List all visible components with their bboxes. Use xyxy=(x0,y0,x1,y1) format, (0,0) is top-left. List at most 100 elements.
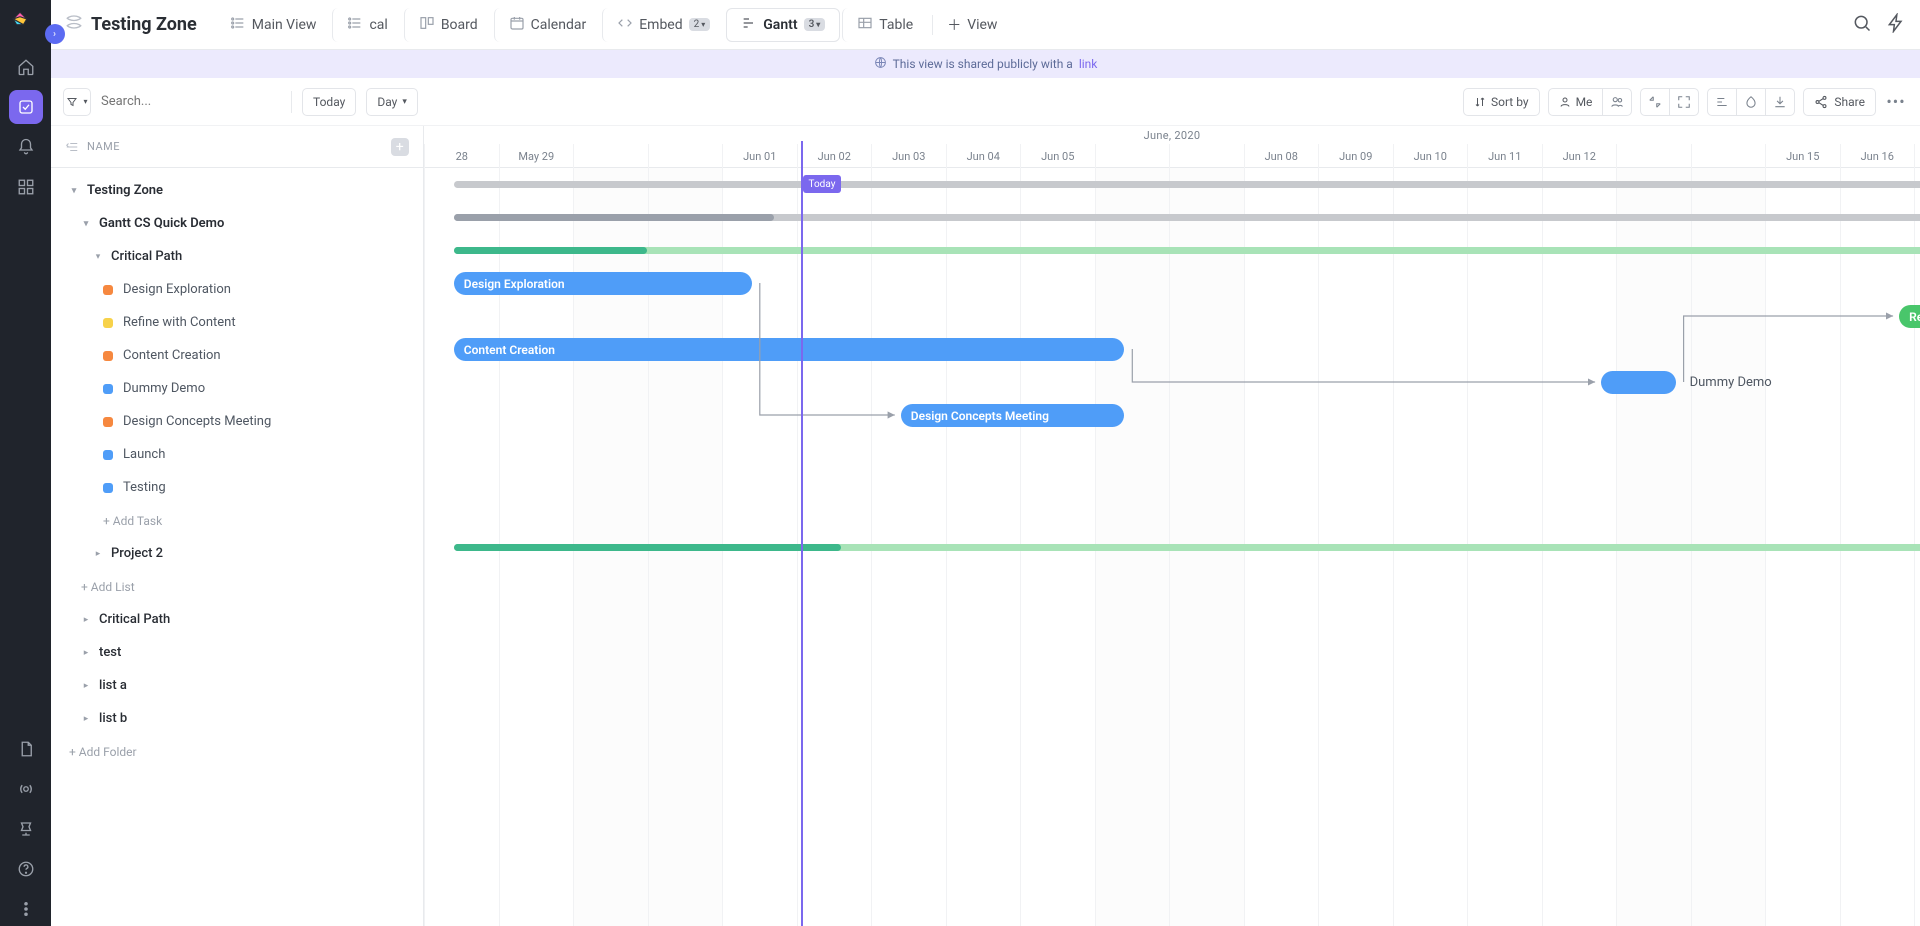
chart-row xyxy=(424,663,1920,696)
list-row[interactable]: ▸Project 2 xyxy=(51,537,423,570)
date-cell[interactable] xyxy=(648,144,723,168)
nav-notifications[interactable] xyxy=(9,130,43,164)
toggle-icon[interactable]: ▸ xyxy=(79,615,93,625)
addlist-row[interactable]: + Add List xyxy=(51,570,423,603)
search-input[interactable] xyxy=(101,88,281,116)
sort-by-button[interactable]: Sort by xyxy=(1463,88,1540,116)
toggle-icon[interactable]: ▾ xyxy=(67,186,81,196)
nav-docs[interactable] xyxy=(9,732,43,766)
task-bar[interactable]: Content Creation xyxy=(454,338,1125,361)
date-cell[interactable]: 28 xyxy=(424,144,499,168)
chart-row: Design Concepts Meeting xyxy=(424,399,1920,432)
nav-tasks[interactable] xyxy=(9,90,43,124)
task-bar[interactable]: Design Exploration xyxy=(454,272,752,295)
addfolder-row[interactable]: + Add Folder xyxy=(51,735,423,768)
folder-row[interactable]: ▾Gantt CS Quick Demo xyxy=(51,207,423,240)
expand-sidebar-icon[interactable]: › xyxy=(45,24,65,44)
toggle-icon[interactable]: ▸ xyxy=(79,648,93,658)
nav-more[interactable] xyxy=(9,892,43,926)
date-cell[interactable]: Jun 02 xyxy=(797,144,872,168)
space-title[interactable]: Testing Zone xyxy=(65,13,197,36)
date-cell[interactable]: Jun 08 xyxy=(1244,144,1319,168)
date-cell[interactable]: Jun 09 xyxy=(1318,144,1393,168)
toggle-icon[interactable]: ▸ xyxy=(79,714,93,724)
nav-home[interactable] xyxy=(9,50,43,84)
date-cell[interactable] xyxy=(573,144,648,168)
automation-icon[interactable] xyxy=(1886,13,1906,37)
date-cell[interactable]: Jun 12 xyxy=(1542,144,1617,168)
filter-button[interactable]: ▾ xyxy=(63,88,91,116)
search-icon[interactable] xyxy=(1852,13,1872,37)
group-row[interactable]: ▸test xyxy=(51,636,423,669)
task-row[interactable]: Refine with Content xyxy=(51,306,423,339)
date-cell[interactable] xyxy=(1169,144,1244,168)
toggle-icon[interactable]: ▸ xyxy=(91,549,105,559)
list-row[interactable]: ▾Critical Path xyxy=(51,240,423,273)
tab-board[interactable]: Board xyxy=(404,8,492,42)
toggle-icon[interactable]: ▸ xyxy=(79,681,93,691)
summary-bar-tail[interactable] xyxy=(454,247,1920,254)
gantt-chart[interactable]: June, 2020 28May 29Jun 01Jun 02Jun 03Jun… xyxy=(424,126,1920,926)
today-button[interactable]: Today xyxy=(302,88,356,116)
task-row[interactable]: Design Exploration xyxy=(51,273,423,306)
task-row[interactable]: Dummy Demo xyxy=(51,372,423,405)
nav-dashboards[interactable] xyxy=(9,170,43,204)
summary-bar[interactable] xyxy=(454,214,774,221)
summary-bar[interactable] xyxy=(454,181,1920,188)
nav-help[interactable] xyxy=(9,852,43,886)
addtask-row[interactable]: + Add Task xyxy=(51,504,423,537)
tab-embed[interactable]: Embed2 xyxy=(602,8,724,42)
date-cell[interactable]: Jun 11 xyxy=(1467,144,1542,168)
tab-cal[interactable]: cal xyxy=(332,8,401,42)
group-row[interactable]: ▸list b xyxy=(51,702,423,735)
tab-main-view[interactable]: Main View xyxy=(216,8,331,42)
group-row[interactable]: ▸list a xyxy=(51,669,423,702)
share-button[interactable]: Share xyxy=(1803,88,1876,116)
dates-row: 28May 29 Jun 01Jun 02Jun 03Jun 04Jun 05 Ju… xyxy=(424,144,1920,168)
nav-pulse[interactable] xyxy=(9,772,43,806)
date-cell[interactable] xyxy=(1691,144,1766,168)
date-cell[interactable]: Jun 15 xyxy=(1765,144,1840,168)
task-bar[interactable]: Refine with Content xyxy=(1899,305,1920,328)
date-cell[interactable] xyxy=(1095,144,1170,168)
task-row[interactable]: Launch xyxy=(51,438,423,471)
add-column-button[interactable]: + xyxy=(391,138,409,156)
download-button[interactable] xyxy=(1765,88,1795,116)
toggle-icon[interactable]: ▾ xyxy=(91,252,105,262)
group-row[interactable]: ▸Critical Path xyxy=(51,603,423,636)
task-row[interactable]: Design Concepts Meeting xyxy=(51,405,423,438)
space-row[interactable]: ▾Testing Zone xyxy=(51,174,423,207)
fullscreen-button[interactable] xyxy=(1669,88,1699,116)
globe-icon xyxy=(874,56,887,72)
date-cell[interactable]: Jun 04 xyxy=(946,144,1021,168)
app-logo[interactable]: › xyxy=(11,10,41,40)
date-cell[interactable]: Jun 16 xyxy=(1840,144,1915,168)
task-bar[interactable]: Design Concepts Meeting xyxy=(901,404,1125,427)
collapse-button[interactable] xyxy=(1640,88,1670,116)
more-menu-button[interactable]: ••• xyxy=(1884,92,1908,111)
add-view-button[interactable]: ＋ View xyxy=(932,15,1011,35)
path-button[interactable] xyxy=(1707,88,1737,116)
assignee-filter-button[interactable] xyxy=(1602,88,1632,116)
task-row[interactable]: Testing xyxy=(51,471,423,504)
date-cell[interactable]: Jun 17 xyxy=(1914,144,1920,168)
date-cell[interactable]: May 29 xyxy=(499,144,574,168)
tab-table[interactable]: Table xyxy=(842,8,927,42)
date-cell[interactable]: Jun 03 xyxy=(871,144,946,168)
summary-bar[interactable] xyxy=(454,544,841,551)
toggle-icon[interactable]: ▾ xyxy=(79,219,93,229)
date-cell[interactable]: Jun 01 xyxy=(722,144,797,168)
tab-calendar[interactable]: Calendar xyxy=(494,8,601,42)
task-row[interactable]: Content Creation xyxy=(51,339,423,372)
date-cell[interactable] xyxy=(1616,144,1691,168)
date-cell[interactable]: Jun 05 xyxy=(1020,144,1095,168)
me-filter-button[interactable]: Me xyxy=(1548,88,1604,116)
color-button[interactable] xyxy=(1736,88,1766,116)
tab-gantt[interactable]: Gantt3 xyxy=(726,8,840,42)
date-cell[interactable]: Jun 10 xyxy=(1393,144,1468,168)
timescale-select[interactable]: Day▾ xyxy=(366,88,418,116)
task-bar[interactable] xyxy=(1601,371,1676,394)
summary-bar[interactable] xyxy=(454,247,648,254)
banner-link[interactable]: link xyxy=(1079,57,1098,71)
nav-goals[interactable] xyxy=(9,812,43,846)
